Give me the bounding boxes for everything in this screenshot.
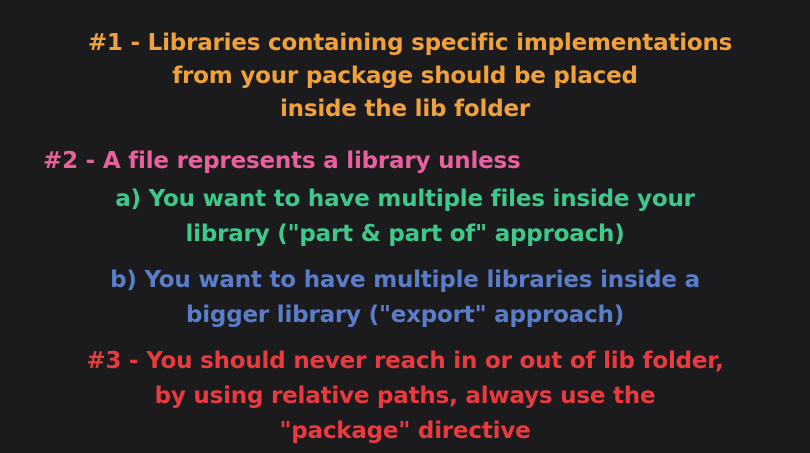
rule-2b-line-2: bigger library ("export" approach) xyxy=(185,302,625,328)
rule-1-line-1: #1 - Libraries containing specific imple… xyxy=(87,30,733,56)
rule-2-heading: #2 - A file represents a library unless xyxy=(43,148,521,174)
rule-1-line-3: inside the lib folder xyxy=(279,96,530,122)
rule-2b-line-1: b) You want to have multiple libraries i… xyxy=(110,267,700,293)
rule-1-line-2: from your package should be placed xyxy=(172,63,638,89)
rule-3-line-2: by using relative paths, always use the xyxy=(154,383,656,409)
rule-3-line-1: #3 - You should never reach in or out of… xyxy=(86,348,724,374)
rule-2a-line-1: a) You want to have multiple files insid… xyxy=(115,186,695,212)
rule-3-line-3: "package" directive xyxy=(279,418,531,444)
rule-2a-line-2: library ("part & part of" approach) xyxy=(185,221,625,247)
